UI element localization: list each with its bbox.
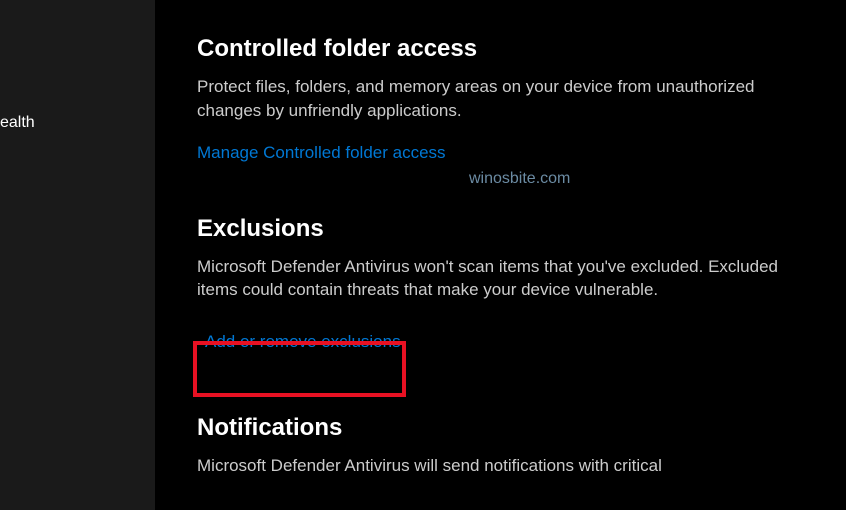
watermark-text: winosbite.com — [469, 170, 570, 188]
sidebar: ealth — [0, 0, 155, 510]
notifications-title: Notifications — [197, 414, 826, 442]
notifications-desc: Microsoft Defender Antivirus will send n… — [197, 454, 812, 478]
exclusions-desc: Microsoft Defender Antivirus won't scan … — [197, 255, 812, 303]
add-remove-exclusions-link[interactable]: Add or remove exclusions — [205, 332, 401, 352]
manage-controlled-folder-link[interactable]: Manage Controlled folder access — [197, 143, 446, 163]
sidebar-item-health[interactable]: ealth — [0, 110, 155, 136]
section-controlled-folder: Controlled folder access Protect files, … — [197, 35, 826, 163]
controlled-folder-title: Controlled folder access — [197, 35, 826, 63]
main-content: Controlled folder access Protect files, … — [155, 0, 846, 510]
section-exclusions: Exclusions Microsoft Defender Antivirus … — [197, 215, 826, 363]
controlled-folder-desc: Protect files, folders, and memory areas… — [197, 75, 812, 123]
exclusions-title: Exclusions — [197, 215, 826, 243]
section-notifications: Notifications Microsoft Defender Antivir… — [197, 414, 826, 478]
